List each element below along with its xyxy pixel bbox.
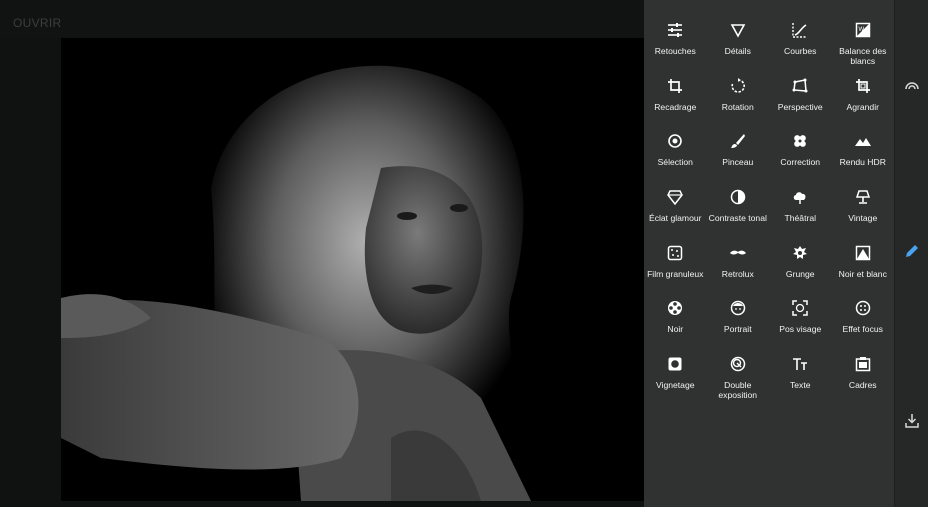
tool-label: Rendu HDR xyxy=(839,157,886,168)
double-exposure-icon xyxy=(728,354,748,374)
tool-label: Cadres xyxy=(848,380,877,391)
tool-details[interactable]: Détails xyxy=(707,20,770,76)
tool-label: Vintage xyxy=(848,213,878,224)
expand-icon xyxy=(853,76,873,96)
edited-photo xyxy=(61,38,644,501)
image-canvas[interactable] xyxy=(0,38,644,507)
download-icon xyxy=(904,413,920,434)
tools-grid: Retouches Détails Courbes W Balance des … xyxy=(644,20,894,410)
pencil-icon xyxy=(904,243,920,264)
top-bar: OUVRIR xyxy=(0,0,644,38)
tool-label: Correction xyxy=(780,157,821,168)
sliders-icon xyxy=(665,20,685,40)
tool-frames[interactable]: Cadres xyxy=(832,354,895,410)
bandage-icon xyxy=(790,131,810,151)
tool-brush[interactable]: Pinceau xyxy=(707,131,770,187)
tool-portrait[interactable]: Portrait xyxy=(707,298,770,354)
brush-icon xyxy=(728,131,748,151)
triangle-down-icon xyxy=(728,20,748,40)
tool-double-exposure[interactable]: Double exposition xyxy=(707,354,770,410)
tool-label: Texte xyxy=(789,380,811,391)
tool-label: Pinceau xyxy=(722,157,754,168)
face-icon xyxy=(728,298,748,318)
face-frame-icon xyxy=(790,298,810,318)
tool-vintage[interactable]: Vintage xyxy=(832,187,895,243)
tool-label: Contraste tonal xyxy=(708,213,767,224)
tool-retouches[interactable]: Retouches xyxy=(644,20,707,76)
tool-drama[interactable]: Théâtral xyxy=(769,187,832,243)
tool-label: Noir xyxy=(667,324,684,335)
tool-label: Film granuleux xyxy=(647,268,704,279)
tool-label: Rotation xyxy=(721,101,754,112)
tool-text[interactable]: Texte xyxy=(769,354,832,410)
white-balance-icon: W xyxy=(853,20,873,40)
tool-glamour[interactable]: Éclat glamour xyxy=(644,187,707,243)
diamond-icon xyxy=(665,187,685,207)
cloud-icon xyxy=(790,187,810,207)
tool-label: Vignetage xyxy=(655,380,695,391)
tool-label: Pos visage xyxy=(779,324,822,335)
tool-label: Noir et blanc xyxy=(838,268,887,279)
tool-label: Double exposition xyxy=(718,380,758,401)
export-button[interactable] xyxy=(902,413,922,433)
tool-label: Portrait xyxy=(723,324,752,335)
tool-label: Grunge xyxy=(785,268,815,279)
mountain-icon xyxy=(853,131,873,151)
contrast-icon xyxy=(728,187,748,207)
focus-icon xyxy=(853,298,873,318)
tool-selection[interactable]: Sélection xyxy=(644,131,707,187)
tool-label: Retouches xyxy=(654,46,696,56)
curves-icon xyxy=(790,20,810,40)
tool-label: Éclat glamour xyxy=(648,213,702,224)
tool-hdr[interactable]: Rendu HDR xyxy=(832,131,895,187)
tool-crop[interactable]: Recadrage xyxy=(644,76,707,132)
looks-icon xyxy=(904,77,920,98)
tool-label: Théâtral xyxy=(784,213,817,224)
svg-text:W: W xyxy=(858,27,864,33)
perspective-icon xyxy=(790,76,810,96)
crop-icon xyxy=(665,76,685,96)
tool-label: Balance des blancs xyxy=(839,46,887,66)
frame-icon xyxy=(853,354,873,374)
side-rail xyxy=(894,0,928,507)
tool-label: Recadrage xyxy=(654,101,697,112)
tool-retrolux[interactable]: Retrolux xyxy=(707,243,770,299)
tool-noir[interactable]: Noir xyxy=(644,298,707,354)
tool-label: Effet focus xyxy=(842,324,883,335)
mustache-icon xyxy=(728,243,748,263)
open-button[interactable]: OUVRIR xyxy=(13,16,61,30)
tool-tonal-contrast[interactable]: Contraste tonal xyxy=(707,187,770,243)
tool-curves[interactable]: Courbes xyxy=(769,20,832,76)
grain-icon xyxy=(665,243,685,263)
tool-face-pose[interactable]: Pos visage xyxy=(769,298,832,354)
edit-button[interactable] xyxy=(902,243,922,263)
tool-label: Retrolux xyxy=(721,268,754,279)
tool-grunge[interactable]: Grunge xyxy=(769,243,832,299)
tool-rotation[interactable]: Rotation xyxy=(707,76,770,132)
tool-black-white[interactable]: Noir et blanc xyxy=(832,243,895,299)
tool-label: Courbes xyxy=(784,46,817,56)
tool-label: Agrandir xyxy=(846,101,879,112)
looks-button[interactable] xyxy=(902,77,922,97)
target-icon xyxy=(665,131,685,151)
bw-icon xyxy=(853,243,873,263)
film-reel-icon xyxy=(665,298,685,318)
tool-perspective[interactable]: Perspective xyxy=(769,76,832,132)
tool-white-balance[interactable]: W Balance des blancs xyxy=(832,20,895,76)
tool-label: Sélection xyxy=(657,157,693,168)
tool-expand[interactable]: Agrandir xyxy=(832,76,895,132)
grunge-icon xyxy=(790,243,810,263)
text-icon xyxy=(790,354,810,374)
tool-vignette[interactable]: Vignetage xyxy=(644,354,707,410)
tool-label: Perspective xyxy=(777,101,823,112)
tool-label: Détails xyxy=(724,46,751,56)
tool-lens-blur[interactable]: Effet focus xyxy=(832,298,895,354)
vignette-icon xyxy=(665,354,685,374)
tool-grainy-film[interactable]: Film granuleux xyxy=(644,243,707,299)
tool-correction[interactable]: Correction xyxy=(769,131,832,187)
lamp-icon xyxy=(853,187,873,207)
rotate-icon xyxy=(728,76,748,96)
tools-panel: Retouches Détails Courbes W Balance des … xyxy=(644,0,894,507)
